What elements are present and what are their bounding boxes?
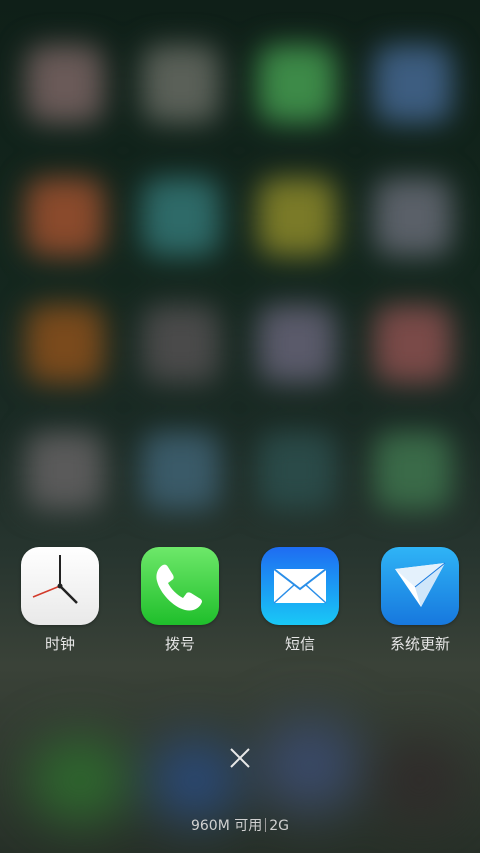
app-system-update[interactable]: 系统更新 — [365, 547, 475, 654]
app-clock[interactable]: 时钟 — [5, 547, 115, 654]
close-icon — [230, 748, 250, 768]
clock-icon — [21, 547, 99, 625]
recent-apps-screen: 时钟 拨号 短信 系统更新 960M 可用 2G — [0, 0, 480, 853]
app-messages[interactable]: 短信 — [245, 547, 355, 654]
phone-icon — [141, 547, 219, 625]
memory-status: 960M 可用 2G — [0, 815, 480, 835]
app-phone[interactable]: 拨号 — [125, 547, 235, 654]
app-label-clock: 时钟 — [44, 635, 75, 653]
app-label-messages: 短信 — [284, 635, 315, 653]
memory-available: 960M 可用 — [190, 818, 263, 834]
close-button[interactable] — [222, 740, 258, 776]
mail-icon — [261, 547, 339, 625]
app-label-phone: 拨号 — [164, 635, 195, 653]
app-label-system-update: 系统更新 — [389, 635, 450, 653]
network-type: 2G — [269, 818, 290, 834]
blurred-background — [0, 0, 480, 853]
paper-plane-icon — [381, 547, 459, 625]
status-divider — [265, 818, 267, 832]
